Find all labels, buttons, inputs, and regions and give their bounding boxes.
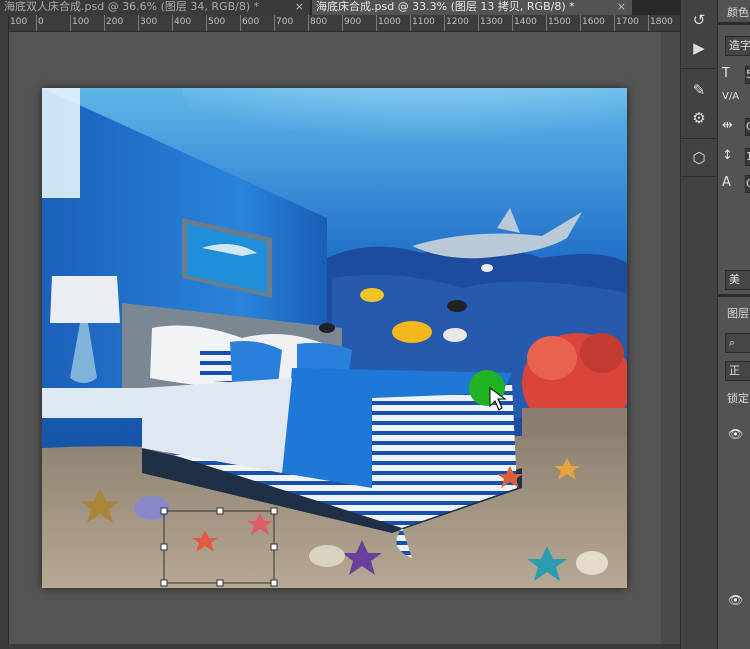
ruler-tick: 100 (69, 15, 90, 31)
ruler-tick: 500 (205, 15, 226, 31)
ruler-tick: 1700 (614, 15, 639, 31)
tab-label: 海底床合成.psd @ 33.3% (图层 13 拷贝, RGB/8) * (316, 0, 575, 13)
ruler-tick: 1600 (580, 15, 605, 31)
history-icon[interactable]: ↺ (689, 10, 709, 30)
rock (522, 408, 627, 438)
horizontal-ruler[interactable]: 100 0 100 200 300 400 500 600 700 800 90… (8, 15, 680, 32)
vertical-scale-icon: ↕ (722, 148, 733, 163)
play-action-icon[interactable]: ▶ (689, 38, 709, 58)
ruler-tick: 600 (239, 15, 260, 31)
eye-icon[interactable]: 👁 (728, 427, 743, 441)
ruler-tick: 1300 (478, 15, 503, 31)
baseline-field[interactable]: C (745, 175, 750, 193)
ruler-tick: 400 (171, 15, 192, 31)
adjustments-icon[interactable]: ⚙ (689, 108, 709, 128)
character-layers-panel: 颜色 造字 T 5 V/A ⇹ C ↕ 1 A C 美 图层 ⌕ 正 锁定 👁 … (717, 0, 750, 649)
divider (718, 22, 750, 25)
panel-tab-color[interactable]: 颜色 (727, 4, 749, 20)
layer-filter-search[interactable]: ⌕ (725, 333, 750, 353)
ruler-tick: 0 (36, 15, 44, 31)
ruler-tick: 800 (307, 15, 328, 31)
ruler-tick: 1400 (512, 15, 537, 31)
ruler-tick: 1100 (410, 15, 435, 31)
close-icon[interactable]: × (295, 0, 304, 13)
vertical-scrollbar[interactable] (661, 32, 680, 644)
nightstand (42, 388, 152, 418)
pillow-blue (230, 341, 282, 384)
baseline-shift-icon: A (722, 175, 731, 190)
lamp-shade (50, 276, 120, 323)
font-family-select[interactable]: 造字 (725, 36, 750, 56)
language-select[interactable]: 美 (725, 270, 750, 290)
tab-document-2[interactable]: 海底床合成.psd @ 33.3% (图层 13 拷贝, RGB/8) * × (312, 0, 632, 15)
underwater-bedroom-artwork (42, 88, 627, 588)
ruler-tick: 1500 (546, 15, 571, 31)
document-canvas[interactable] (42, 88, 627, 588)
ruler-tick: 900 (341, 15, 362, 31)
panel-tab-layers[interactable]: 图层 (727, 305, 749, 321)
tab-document-1[interactable]: 海底双人床合成.psd @ 36.6% (图层 34, RGB/8) * × (0, 0, 310, 15)
panel-icon-strip: ↺ ▶ ✎ ⚙ ⬡ (680, 0, 717, 649)
font-size-icon: T (722, 66, 730, 81)
ruler-tick: 300 (137, 15, 158, 31)
brush-settings-icon[interactable]: ✎ (689, 80, 709, 100)
ruler-tick: 1200 (444, 15, 469, 31)
blend-mode-select[interactable]: 正 (725, 361, 750, 381)
divider (681, 138, 717, 139)
divider (681, 176, 717, 177)
ruler-tick: 1800 (648, 15, 673, 31)
ruler-tick: 200 (103, 15, 124, 31)
font-size-field[interactable]: 5 (745, 66, 750, 84)
cursor-highlight (469, 370, 505, 406)
divider (681, 68, 717, 69)
kerning-field[interactable]: C (745, 118, 750, 136)
leading-field[interactable]: 1 (745, 148, 750, 166)
kerning-icon: ⇹ (722, 118, 733, 133)
tab-label: 海底双人床合成.psd @ 36.6% (图层 34, RGB/8) * (4, 0, 260, 13)
tracking-label: V/A (722, 91, 740, 102)
document-tab-bar: 海底双人床合成.psd @ 36.6% (图层 34, RGB/8) * × 海… (0, 0, 680, 15)
vertical-ruler[interactable] (0, 15, 9, 649)
lock-label: 锁定 (727, 392, 749, 405)
divider (718, 294, 750, 297)
wall-window (42, 88, 80, 198)
status-bar (0, 644, 680, 649)
3d-cube-icon[interactable]: ⬡ (689, 148, 709, 168)
ruler-tick: 100 (8, 15, 28, 31)
ruler-tick: 1000 (376, 15, 401, 31)
close-icon[interactable]: × (617, 0, 626, 13)
search-icon: ⌕ (729, 336, 736, 349)
ruler-tick: 700 (273, 15, 294, 31)
eye-icon[interactable]: 👁 (728, 593, 743, 607)
